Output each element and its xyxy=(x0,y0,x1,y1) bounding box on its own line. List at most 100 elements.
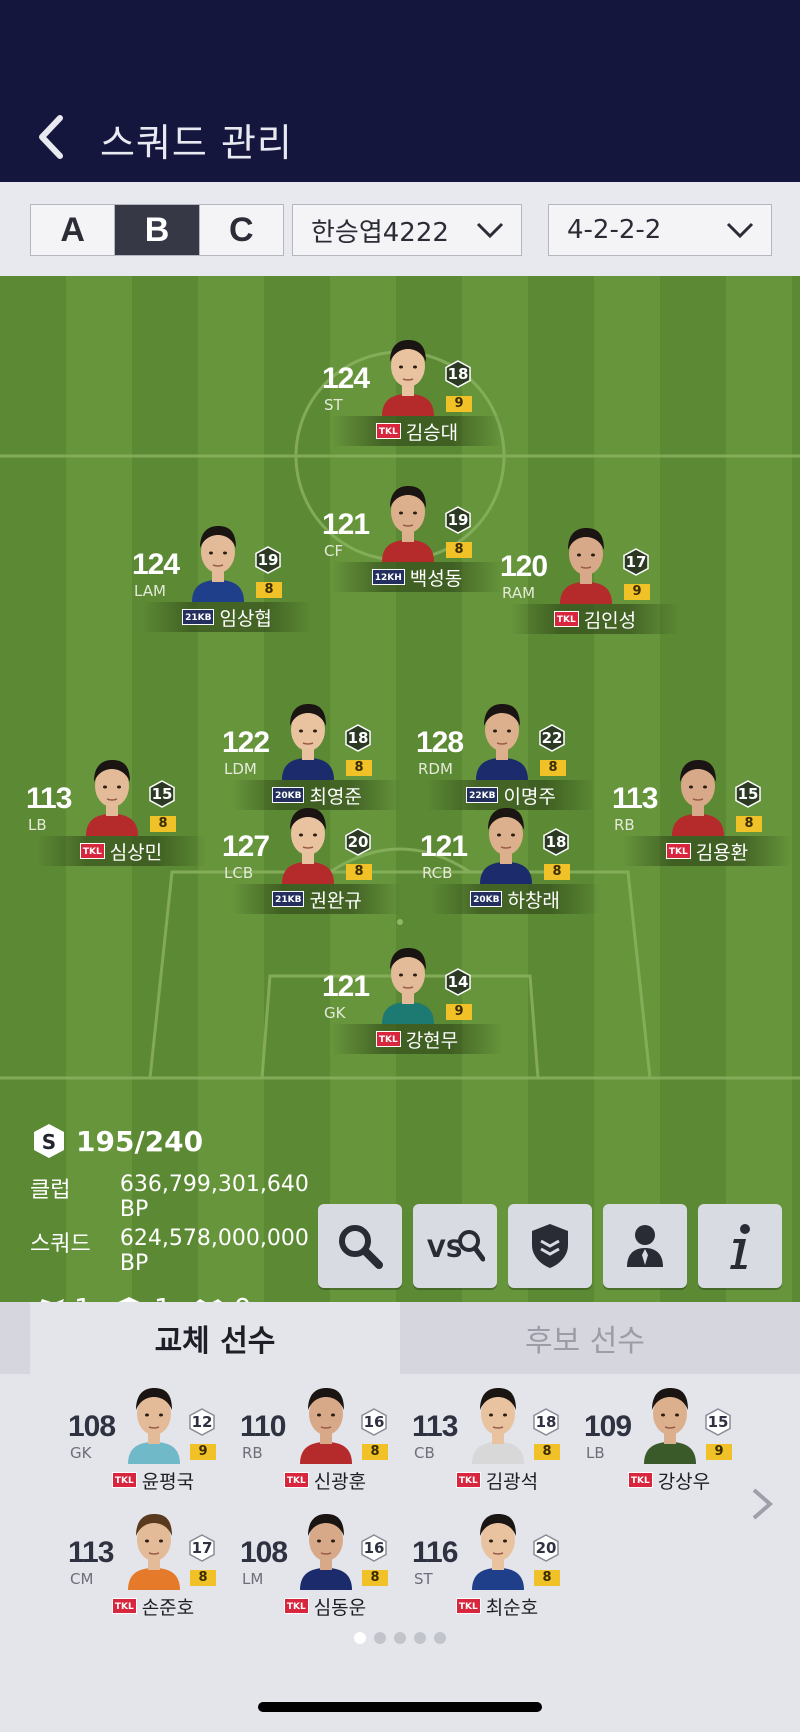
player-name-plate: TKL 손준호 xyxy=(78,1592,228,1620)
page-dot[interactable] xyxy=(354,1632,366,1644)
lineup-player-rdm[interactable]: 128 RDM 22 8 22KB 이명주 xyxy=(416,698,596,818)
player-portrait xyxy=(480,808,532,884)
player-portrait xyxy=(300,1514,352,1590)
svg-text:VS: VS xyxy=(427,1235,463,1263)
player-level-badge: 20 xyxy=(532,1534,560,1562)
home-indicator[interactable] xyxy=(258,1702,542,1712)
formation-dropdown[interactable]: 4-2-2-2 xyxy=(548,204,772,256)
lineup-player-lb[interactable]: 113 LB 15 8 TKL 심상민 xyxy=(26,754,206,874)
player-enhance-level: 9 xyxy=(446,1004,472,1020)
team-color-button[interactable] xyxy=(508,1204,592,1288)
player-level-badge: 12 xyxy=(188,1408,216,1436)
player-name-plate: TKL 심동운 xyxy=(250,1592,400,1620)
tab-squad-a[interactable]: A xyxy=(31,205,116,255)
lineup-player-cf[interactable]: 121 CF 19 8 12KH 백성동 xyxy=(322,480,502,600)
substitute-player[interactable]: 108 GK 12 9 TKL 윤평국 xyxy=(68,1382,228,1502)
player-portrait xyxy=(192,526,244,602)
player-enhance-level: 8 xyxy=(256,582,282,598)
team-season-icon: TKL xyxy=(375,423,401,439)
page-title: 스쿼드 관리 xyxy=(100,121,293,165)
substitute-player[interactable]: 108 LM 16 8 TKL 심동운 xyxy=(240,1508,400,1628)
tab-squad-c[interactable]: C xyxy=(199,205,283,255)
player-position: RCB xyxy=(422,864,453,882)
chevron-right-icon[interactable] xyxy=(746,1484,776,1524)
player-name: 김승대 xyxy=(405,421,459,444)
player-position: RB xyxy=(614,816,635,834)
player-ovr: 113 xyxy=(26,782,72,815)
team-season-icon: TKL xyxy=(283,1472,309,1488)
team-season-icon: TKL xyxy=(283,1598,309,1614)
player-level-badge: 19 xyxy=(444,506,472,534)
tab-substitutes[interactable]: 교체 선수 xyxy=(30,1302,400,1374)
chevron-down-icon xyxy=(726,222,754,239)
compare-button[interactable]: VS xyxy=(413,1204,497,1288)
substitute-player[interactable]: 113 CM 17 8 TKL 손준호 xyxy=(68,1508,228,1628)
lineup-player-rcb[interactable]: 121 RCB 18 8 20KB 하창래 xyxy=(420,802,600,922)
lineup-player-ldm[interactable]: 122 LDM 18 8 20KB 최영준 xyxy=(222,698,402,818)
player-name: 권완규 xyxy=(309,889,362,912)
player-ovr: 120 xyxy=(500,550,548,583)
page-dot[interactable] xyxy=(394,1632,406,1644)
info-icon xyxy=(730,1224,750,1269)
page-dot[interactable] xyxy=(374,1632,386,1644)
player-ovr: 108 xyxy=(68,1410,116,1443)
page-dot[interactable] xyxy=(414,1632,426,1644)
tab-reserves[interactable]: 후보 선수 xyxy=(400,1302,770,1374)
salary-slot-value: 195/240 xyxy=(76,1124,204,1158)
squad-name-dropdown[interactable]: 한승엽4222 xyxy=(292,204,522,256)
player-portrait xyxy=(282,808,334,884)
lineup-player-lcb[interactable]: 127 LCB 20 8 21KB 권완규 xyxy=(222,802,402,922)
player-name-plate: TKL 윤평국 xyxy=(78,1466,228,1494)
team-season-icon: 22KB xyxy=(466,787,499,803)
player-position: LDM xyxy=(224,760,257,778)
lineup-player-ram[interactable]: 120 RAM 17 9 TKL 김인성 xyxy=(500,522,680,642)
player-ovr: 113 xyxy=(612,782,658,815)
search-button[interactable] xyxy=(318,1204,402,1288)
team-season-icon: TKL xyxy=(375,1031,401,1047)
back-arrow-icon[interactable] xyxy=(30,112,80,162)
substitute-player[interactable]: 113 CB 18 8 TKL 김광석 xyxy=(412,1382,572,1502)
player-name-plate: TKL 신광훈 xyxy=(250,1466,400,1494)
squad-name-value: 한승엽4222 xyxy=(311,217,449,248)
team-season-icon: TKL xyxy=(553,611,579,627)
player-enhance-level: 8 xyxy=(544,864,570,880)
player-portrait xyxy=(472,1388,524,1464)
player-name: 김인성 xyxy=(583,609,637,632)
player-name: 심동운 xyxy=(313,1596,367,1619)
team-season-icon: TKL xyxy=(455,1598,481,1614)
lineup-player-rb[interactable]: 113 RB 15 8 TKL 김용환 xyxy=(612,754,792,874)
lineup-player-st[interactable]: 124 ST 18 9 TKL 김승대 xyxy=(322,334,502,454)
player-ovr: 121 xyxy=(420,830,468,863)
player-ovr: 128 xyxy=(416,726,464,759)
tab-squad-b[interactable]: B xyxy=(115,205,200,255)
player-position: CF xyxy=(324,542,344,560)
player-ovr: 110 xyxy=(240,1410,286,1443)
player-portrait xyxy=(382,340,434,416)
info-button[interactable] xyxy=(698,1204,782,1288)
player-name-plate: 20KB 하창래 xyxy=(430,884,600,914)
player-position: ST xyxy=(414,1570,433,1588)
player-portrait xyxy=(672,760,724,836)
player-level-badge: 20 xyxy=(344,828,372,856)
player-enhance-level: 8 xyxy=(362,1570,388,1586)
player-ovr: 121 xyxy=(322,508,370,541)
substitute-player[interactable]: 110 RB 16 8 TKL 신광훈 xyxy=(240,1382,400,1502)
header-bar: 스쿼드 관리 xyxy=(0,0,800,182)
lineup-player-gk[interactable]: 121 GK 14 9 TKL 강현무 xyxy=(322,942,502,1062)
player-portrait xyxy=(644,1388,696,1464)
team-season-icon: TKL xyxy=(111,1472,137,1488)
formation-value: 4-2-2-2 xyxy=(567,215,662,245)
player-position: LCB xyxy=(224,864,254,882)
manager-button[interactable] xyxy=(603,1204,687,1288)
player-portrait xyxy=(472,1514,524,1590)
player-enhance-level: 9 xyxy=(446,396,472,412)
player-name: 김용환 xyxy=(695,841,749,864)
lineup-player-lam[interactable]: 124 LAM 19 8 21KB 임상협 xyxy=(132,520,312,640)
squad-bp-value: 624,578,000,000 BP xyxy=(119,1226,309,1276)
player-portrait xyxy=(86,760,138,836)
substitute-player[interactable]: 109 LB 15 9 TKL 강상우 xyxy=(584,1382,744,1502)
player-position: RAM xyxy=(502,584,536,602)
substitute-player[interactable]: 116 ST 20 8 TKL 최순호 xyxy=(412,1508,572,1628)
player-name: 신광훈 xyxy=(313,1470,367,1493)
page-dot[interactable] xyxy=(434,1632,446,1644)
